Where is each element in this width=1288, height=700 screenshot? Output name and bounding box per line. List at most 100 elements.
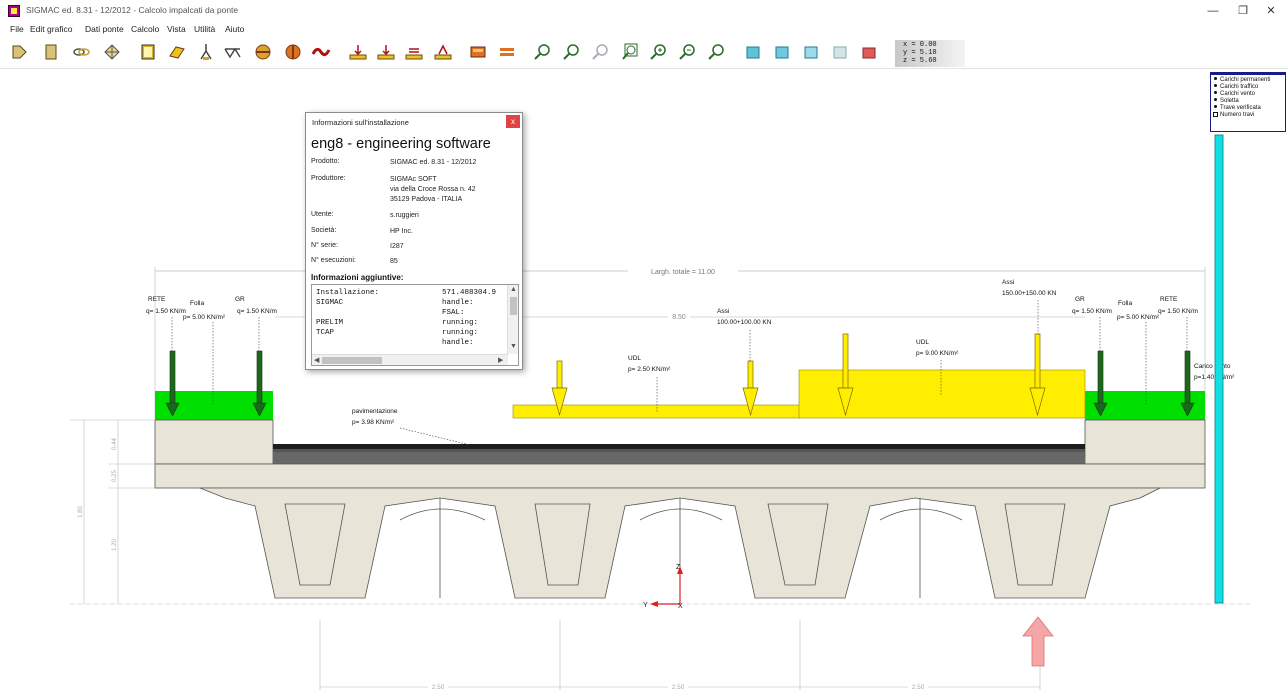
zoom-in-icon[interactable] bbox=[561, 41, 583, 63]
grid-icon[interactable] bbox=[101, 41, 123, 63]
list-item: TCAP running: bbox=[316, 329, 479, 337]
axis-gizmo: Z Y X bbox=[643, 564, 683, 610]
company-value: HP Inc. bbox=[390, 228, 413, 235]
dialog-close-button[interactable]: x bbox=[506, 115, 520, 128]
open-file-icon[interactable] bbox=[9, 41, 31, 63]
assi-2-load: 150.00+150.00 KN bbox=[1002, 290, 1057, 297]
zoom-minus-icon[interactable] bbox=[677, 41, 699, 63]
producer-address: via della Croce Rossa n. 42 bbox=[390, 186, 476, 193]
close-window-button[interactable]: ✕ bbox=[1256, 2, 1286, 20]
scroll-up-icon[interactable]: ▲ bbox=[510, 286, 517, 293]
zoom-out-icon[interactable] bbox=[590, 41, 612, 63]
title-bar: SIGMAC ed. 8.31 - 12/2012 - Calcolo impa… bbox=[0, 0, 1288, 22]
vertical-scrollbar[interactable]: ▲ ▼ bbox=[507, 285, 518, 354]
dim-180: 1.80 bbox=[78, 506, 84, 518]
legend-item[interactable]: Trave verificata bbox=[1213, 105, 1283, 112]
menu-file[interactable]: File bbox=[10, 24, 24, 34]
wind-load-value: p=1.40 KN/m² bbox=[1194, 374, 1235, 381]
legend-panel[interactable]: Carichi permanenti Carichi traffico Cari… bbox=[1210, 72, 1286, 132]
scroll-left-icon[interactable]: ◀ bbox=[314, 356, 319, 364]
left-curb bbox=[154, 419, 274, 465]
circle-section-icon[interactable] bbox=[282, 41, 304, 63]
rete-right-load: q= 1.50 KN/m bbox=[1158, 308, 1198, 315]
legend-item[interactable]: Carichi permanenti bbox=[1213, 77, 1283, 84]
load-icon-4[interactable] bbox=[432, 41, 454, 63]
legend-checkbox-numero-travi[interactable]: Numero travi bbox=[1213, 112, 1283, 119]
view-front-icon[interactable] bbox=[771, 41, 793, 63]
span-3-label: 2.50 bbox=[912, 684, 925, 691]
link-icon[interactable] bbox=[70, 41, 92, 63]
list-item: Installazione: 571.488304.9 bbox=[316, 289, 497, 297]
executions-value: 85 bbox=[390, 258, 398, 265]
minimize-button[interactable]: — bbox=[1198, 2, 1228, 20]
executions-label: N° esecuzioni: bbox=[311, 257, 356, 264]
zoom-icon[interactable] bbox=[532, 41, 554, 63]
menu-dati-ponte[interactable]: Dati ponte bbox=[85, 24, 124, 34]
scroll-down-icon[interactable]: ▼ bbox=[510, 343, 517, 350]
toolbar bbox=[0, 39, 965, 67]
menu-aiuto[interactable]: Aiuto bbox=[225, 24, 244, 34]
app-icon bbox=[8, 5, 20, 17]
udl-2-label: UDL bbox=[916, 339, 929, 346]
coord-z: z = 5.60 bbox=[903, 57, 937, 65]
bridge-cross-section-canvas[interactable]: Largh. totale = 11.00 8.50 RETE q= 1.50 … bbox=[0, 69, 1288, 700]
axis-z-label: Z bbox=[676, 564, 681, 571]
view-render-icon[interactable] bbox=[858, 41, 880, 63]
list-item: SIGMAC handle: bbox=[316, 299, 474, 307]
view-side-icon[interactable] bbox=[800, 41, 822, 63]
company-label: Società: bbox=[311, 227, 337, 234]
installation-info-dialog: Informazioni sull'installazione x eng8 -… bbox=[305, 112, 523, 370]
producer-value: SIGMAc SOFT bbox=[390, 176, 437, 183]
user-label: Utente: bbox=[311, 211, 334, 218]
wave-icon[interactable] bbox=[310, 41, 332, 63]
truss-icon[interactable] bbox=[222, 41, 244, 63]
half-sphere-icon[interactable] bbox=[252, 41, 274, 63]
dialog-title: Informazioni sull'installazione bbox=[312, 118, 409, 127]
dim-025: 0.25 bbox=[112, 470, 118, 482]
menu-bar: File Edit grafico Dati ponte Calcolo Vis… bbox=[0, 22, 1288, 38]
dim-120: 1.20 bbox=[112, 539, 118, 551]
folla-left-load: p= 5.00 KN/m² bbox=[183, 314, 226, 321]
menu-calcolo[interactable]: Calcolo bbox=[131, 24, 159, 34]
zoom-plus-icon[interactable] bbox=[648, 41, 670, 63]
folla-right-label: Folla bbox=[1118, 300, 1132, 307]
view-top-icon[interactable] bbox=[829, 41, 851, 63]
legend-item[interactable]: Carichi traffico bbox=[1213, 84, 1283, 91]
gr-right-label: GR bbox=[1075, 296, 1085, 303]
legend-item[interactable]: Carichi vento bbox=[1213, 91, 1283, 98]
horizontal-scroll-thumb[interactable] bbox=[322, 357, 382, 364]
menu-edit-grafico[interactable]: Edit grafico bbox=[30, 24, 73, 34]
menu-vista[interactable]: Vista bbox=[167, 24, 186, 34]
stack-icon[interactable] bbox=[467, 41, 489, 63]
support-icon[interactable] bbox=[195, 41, 217, 63]
horizontal-scrollbar[interactable]: ◀ ▶ bbox=[312, 354, 508, 365]
producer-city: 35129 Padova - ITALIA bbox=[390, 196, 463, 203]
beam-icon[interactable] bbox=[166, 41, 188, 63]
deck-slab bbox=[154, 463, 1206, 489]
load-icon-2[interactable] bbox=[375, 41, 397, 63]
gr-left-label: GR bbox=[235, 296, 245, 303]
assi-2-label: Assi bbox=[1002, 279, 1014, 286]
list-item: handle: bbox=[442, 339, 474, 347]
vertical-scroll-thumb[interactable] bbox=[510, 297, 517, 315]
equals-icon[interactable] bbox=[496, 41, 518, 63]
product-value: SIGMAC ed. 8.31 - 12/2012 bbox=[390, 159, 477, 166]
menu-utilita[interactable]: Utilità bbox=[194, 24, 215, 34]
zoom-window-icon[interactable] bbox=[619, 41, 641, 63]
gr-left-load: q= 1.50 KN/m bbox=[237, 308, 277, 315]
load-icon-3[interactable] bbox=[403, 41, 425, 63]
user-value: s.ruggieri bbox=[390, 212, 419, 219]
maximize-button[interactable]: ❐ bbox=[1228, 2, 1258, 20]
scroll-right-icon[interactable]: ▶ bbox=[498, 356, 503, 364]
document-icon[interactable] bbox=[40, 41, 62, 63]
assi-1-label: Assi bbox=[717, 308, 729, 315]
additional-info-list[interactable]: Installazione: 571.488304.9 SIGMAC handle:… bbox=[311, 284, 519, 366]
section-icon[interactable] bbox=[137, 41, 159, 63]
load-icon-1[interactable] bbox=[347, 41, 369, 63]
paving-load: p= 3.98 KN/m² bbox=[352, 419, 395, 426]
wind-load-label: Carico vento bbox=[1194, 363, 1231, 370]
zoom-extents-icon[interactable] bbox=[706, 41, 728, 63]
folla-right-load: p= 5.00 KN/m² bbox=[1117, 314, 1160, 321]
view-3d-icon[interactable] bbox=[742, 41, 764, 63]
legend-item[interactable]: Soletta bbox=[1213, 98, 1283, 105]
